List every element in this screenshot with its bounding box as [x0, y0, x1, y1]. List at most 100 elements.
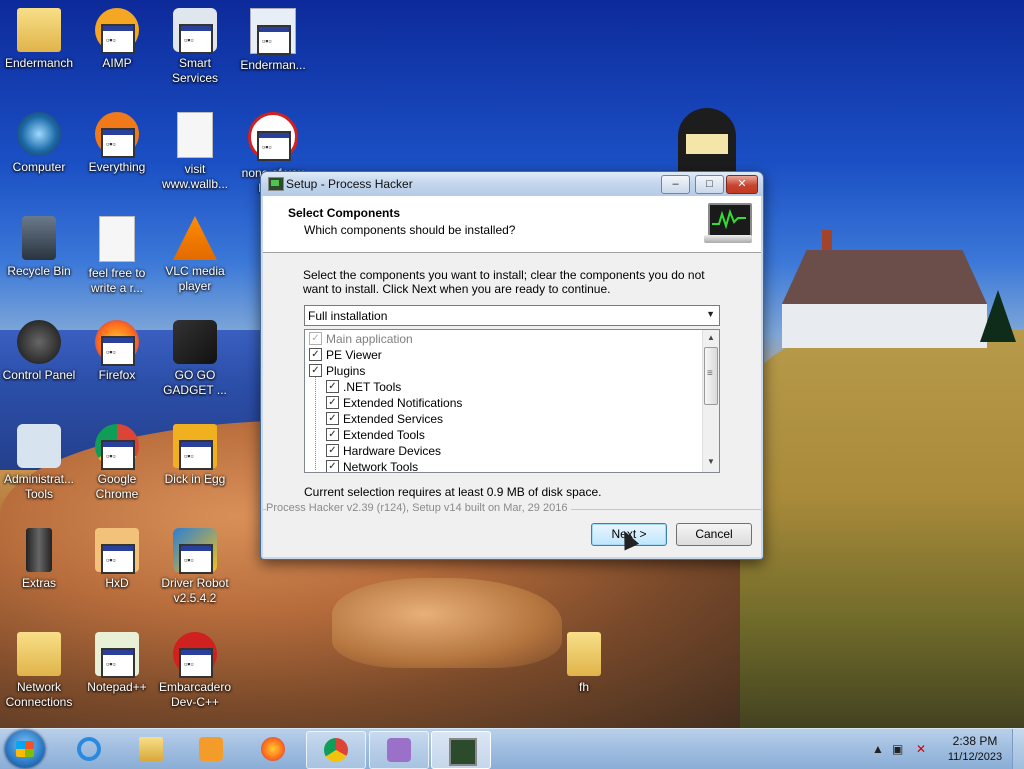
checkbox[interactable]: ✓ [326, 380, 339, 394]
dialog-title: Setup - Process Hacker [286, 177, 413, 191]
vertical-scrollbar[interactable]: ▲ ▼ [702, 330, 719, 472]
desktop-icon-network-connections[interactable]: Network Connections [0, 632, 78, 710]
taskbar-internet-explorer[interactable] [60, 731, 118, 767]
taskbar-program[interactable] [369, 731, 429, 769]
setup-dialog: Setup - Process Hacker – □ ✕ Select Comp… [260, 171, 764, 560]
desktop-icon-admin-tools[interactable]: Administrat... Tools [0, 424, 78, 502]
ie-icon [77, 737, 101, 761]
firefox-icon [261, 737, 285, 761]
document-icon [177, 112, 213, 158]
desktop-icon-notepad-plus-plus[interactable]: Notepad++ [78, 632, 156, 695]
instructions-text: Select the components you want to instal… [303, 268, 705, 296]
components-list[interactable]: ✓ Main application ✓ PE Viewer ✓ Plugins ✓.… [304, 329, 720, 473]
desktop-icon-vlc[interactable]: VLC media player [156, 216, 234, 294]
checkbox[interactable]: ✓ [326, 396, 339, 410]
folder-icon [567, 632, 601, 676]
install-type-value: Full installation [308, 309, 388, 323]
scroll-down-icon[interactable]: ▼ [705, 457, 717, 469]
desktop-icon-firefox[interactable]: Firefox [78, 320, 156, 383]
desktop-icon-aimp[interactable]: AIMP [78, 8, 156, 71]
desktop-icon-endermanch[interactable]: Endermanch [0, 8, 78, 71]
desktop-icon-extras[interactable]: Extras [0, 528, 78, 591]
tray-expand-icon[interactable]: ▲ [872, 742, 884, 756]
desktop-icon-dick-in-egg[interactable]: Dick in Egg [156, 424, 234, 487]
show-desktop-button[interactable] [1012, 729, 1024, 769]
checkbox[interactable]: ✓ [326, 412, 339, 426]
component-plugins[interactable]: ✓ Plugins [309, 364, 365, 380]
component-main-application: ✓ Main application [309, 332, 413, 348]
chevron-down-icon: ▼ [706, 309, 715, 319]
desktop-icon-chrome[interactable]: Google Chrome [78, 424, 156, 502]
gear-icon [173, 8, 217, 54]
desktop-icon-feel-free[interactable]: feel free to write a r... [78, 216, 156, 296]
recycle-bin-icon [22, 216, 56, 260]
component-extended-tools[interactable]: ✓ Extended Tools [326, 428, 425, 444]
clock-time[interactable]: 2:38 PM [950, 734, 1000, 748]
close-button[interactable]: ✕ [726, 175, 758, 194]
version-text: Process Hacker v2.39 (r124), Setup v14 b… [266, 502, 572, 514]
dialog-titlebar[interactable]: Setup - Process Hacker – □ ✕ [261, 172, 763, 196]
component-hardware-devices[interactable]: ✓ Hardware Devices [326, 444, 441, 460]
desktop-icon-everything[interactable]: Everything [78, 112, 156, 175]
desktop-icon-go-go-gadget[interactable]: GO GO GADGET ... [156, 320, 234, 398]
page-subtitle: Which components should be installed? [304, 223, 516, 237]
chrome-icon [324, 738, 348, 762]
checkbox[interactable]: ✓ [326, 428, 339, 442]
taskbar-explorer[interactable] [122, 731, 180, 767]
clock-date[interactable]: 11/12/2023 [940, 751, 1010, 763]
firefox-icon [95, 320, 139, 366]
desktop-icon-recycle-bin[interactable]: Recycle Bin [0, 216, 78, 279]
notepad-icon [95, 632, 139, 678]
wallpaper-boulder [332, 578, 562, 668]
taskbar-firefox[interactable] [244, 731, 302, 767]
component-network-tools[interactable]: ✓ Network Tools [326, 460, 418, 472]
monitor-icon [704, 203, 752, 245]
desktop-icon-hxd[interactable]: HxD [78, 528, 156, 591]
component-dotnet-tools[interactable]: ✓ .NET Tools [326, 380, 401, 396]
desktop-icon-computer[interactable]: Computer [0, 112, 78, 175]
program-icon [248, 112, 298, 162]
shield-icon [173, 528, 217, 574]
control-panel-icon [17, 320, 61, 364]
desktop-icon-enderman[interactable]: Enderman... [234, 8, 312, 73]
tree-connector [315, 374, 317, 470]
chrome-icon [95, 424, 139, 470]
taskbar-process-hacker-setup[interactable] [431, 731, 491, 769]
process-hacker-icon [449, 738, 477, 766]
scroll-thumb[interactable] [704, 347, 718, 405]
maximize-button[interactable]: □ [695, 175, 724, 194]
component-pe-viewer[interactable]: ✓ PE Viewer [309, 348, 382, 364]
program-icon [173, 424, 217, 470]
taskbar-media-player[interactable] [182, 731, 240, 767]
desktop-icon-visit-wallb[interactable]: visit www.wallb... [156, 112, 234, 192]
user-folder-icon [17, 8, 61, 52]
component-extended-services[interactable]: ✓ Extended Services [326, 412, 443, 428]
desktop-icon-driver-robot[interactable]: Driver Robot v2.5.4.2 [156, 528, 234, 606]
desktop-icon-control-panel[interactable]: Control Panel [0, 320, 78, 383]
disk-space-text: Current selection requires at least 0.9 … [304, 485, 602, 499]
taskbar-chrome[interactable] [306, 731, 366, 769]
network-tray-icon[interactable]: ▣ [892, 742, 903, 756]
hex-editor-icon [95, 528, 139, 574]
taskbar: ▲ ▣ ✕ 2:38 PM 11/12/2023 [0, 728, 1024, 769]
desktop-icon-fh[interactable]: fh [545, 632, 623, 695]
devcpp-icon [173, 632, 217, 678]
wallpaper-lighthouse [678, 108, 736, 178]
program-icon [26, 528, 52, 572]
start-button[interactable] [5, 730, 45, 768]
scroll-up-icon[interactable]: ▲ [705, 333, 717, 345]
checkbox[interactable]: ✓ [309, 364, 322, 378]
minimize-button[interactable]: – [661, 175, 690, 194]
desktop-icon-smart-services[interactable]: Smart Services [156, 8, 234, 86]
desktop-icon-devcpp[interactable]: Embarcadero Dev-C++ [156, 632, 234, 710]
cancel-button[interactable]: Cancel [676, 523, 752, 546]
checkbox[interactable]: ✓ [326, 444, 339, 458]
wallpaper-house [782, 230, 987, 348]
component-extended-notifications[interactable]: ✓ Extended Notifications [326, 396, 462, 412]
checkbox[interactable]: ✓ [309, 348, 322, 362]
volume-muted-icon[interactable]: ✕ [916, 742, 926, 756]
computer-icon [17, 112, 61, 156]
checkbox[interactable]: ✓ [326, 460, 339, 472]
install-type-select[interactable]: Full installation ▼ [304, 305, 720, 326]
document-icon [99, 216, 135, 262]
